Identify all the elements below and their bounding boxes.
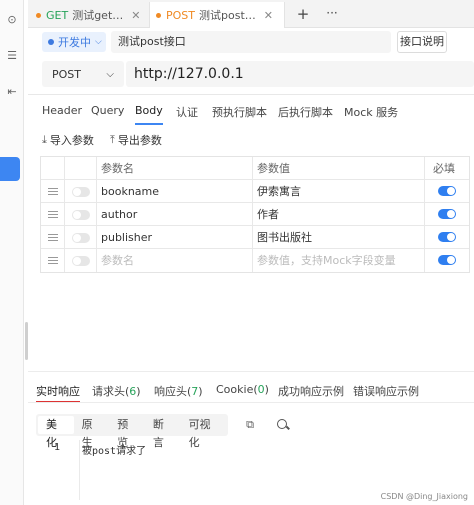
tab-post[interactable]: POST 测试post… ✕ <box>149 2 285 28</box>
table-row: bookname 伊索寓言 <box>41 180 469 203</box>
export-icon: ⤒ <box>110 133 115 146</box>
divider <box>28 371 474 372</box>
enable-toggle[interactable] <box>72 233 90 243</box>
param-name[interactable]: bookname <box>97 180 253 203</box>
enable-toggle[interactable] <box>72 256 90 266</box>
tab-query[interactable]: Query <box>91 104 124 122</box>
required-toggle[interactable] <box>438 255 456 265</box>
url-input[interactable]: http://127.0.0.1 <box>126 61 474 87</box>
table-row: publisher 图书出版社 <box>41 226 469 249</box>
collapse-icon[interactable]: ⇤ <box>4 84 20 100</box>
count-badge: 0 <box>257 383 265 396</box>
required-toggle[interactable] <box>438 186 456 196</box>
param-value[interactable]: 图书出版社 <box>253 226 425 249</box>
doc-button[interactable]: 接口说明 <box>397 31 447 53</box>
tab-response-headers[interactable]: 响应头(7) <box>154 383 203 399</box>
copy-icon[interactable]: ⧉ <box>243 418 257 432</box>
param-value[interactable]: 伊索寓言 <box>253 180 425 203</box>
status-dropdown[interactable]: 开发中 ⌵ <box>42 32 106 52</box>
drag-handle-icon[interactable] <box>48 234 58 241</box>
tab-auth[interactable]: 认证 <box>176 104 198 122</box>
enable-toggle[interactable] <box>72 187 90 197</box>
status-label: 开发中 <box>58 36 91 49</box>
line-gutter: 1 <box>36 440 80 500</box>
format-pretty[interactable]: 美化 <box>38 416 74 449</box>
list-icon[interactable]: ☰ <box>4 48 20 64</box>
drag-handle-icon[interactable] <box>48 211 58 218</box>
sidebar-scrollbar[interactable] <box>25 322 28 360</box>
method-label: POST <box>52 67 81 81</box>
table-row: author 作者 <box>41 203 469 226</box>
tab-strip: GET 测试get… ✕ POST 测试post… ✕ + ··· <box>28 0 474 28</box>
tab-body[interactable]: Body <box>135 104 163 125</box>
header-required: 必填 <box>433 162 455 175</box>
response-body[interactable]: 1 被post请求了 <box>36 440 474 500</box>
tab-pre-script[interactable]: 预执行脚本 <box>212 104 267 122</box>
left-sidebar: ⊙ ☰ ⇤ <box>0 0 24 505</box>
tab-mock[interactable]: Mock 服务 <box>344 104 398 122</box>
chevron-down-icon: ⌵ <box>106 68 114 80</box>
divider <box>28 402 474 403</box>
format-preview[interactable]: 预览 <box>109 416 145 449</box>
enable-toggle[interactable] <box>72 210 90 220</box>
tab-get[interactable]: GET 测试get… ✕ <box>32 2 144 28</box>
tab-method: GET <box>46 8 69 22</box>
status-dot-icon <box>48 39 54 45</box>
target-icon[interactable]: ⊙ <box>4 12 20 28</box>
tab-title: 测试post… <box>199 9 256 22</box>
import-params-button[interactable]: ⤓ 导入参数 <box>42 132 94 148</box>
import-label: 导入参数 <box>49 134 94 147</box>
export-label: 导出参数 <box>117 134 162 147</box>
tab-error-example[interactable]: 错误响应示例 <box>353 383 419 399</box>
export-params-button[interactable]: ⤒ 导出参数 <box>110 132 162 148</box>
close-icon[interactable]: ✕ <box>131 9 140 22</box>
request-name-input[interactable]: 测试post接口 <box>111 31 391 53</box>
required-toggle[interactable] <box>438 209 456 219</box>
sidebar-active-item[interactable] <box>0 157 20 181</box>
param-name[interactable]: publisher <box>97 226 253 249</box>
chevron-down-icon: ⌵ <box>95 37 102 47</box>
header-param-name: 参数名 <box>97 157 253 180</box>
line-number: 1 <box>54 442 61 453</box>
table-row-empty: 参数名 参数值，支持Mock字段变量 <box>41 249 469 272</box>
tab-method: POST <box>166 8 195 22</box>
more-tabs-button[interactable]: ··· <box>320 4 344 24</box>
drag-handle-icon[interactable] <box>48 188 58 195</box>
tab-cookie[interactable]: Cookie(0) <box>216 383 269 396</box>
header-param-value: 参数值 <box>253 157 425 180</box>
search-icon[interactable] <box>276 418 290 432</box>
tab-dot-icon <box>36 12 41 18</box>
format-raw[interactable]: 原生 <box>74 416 110 449</box>
tab-title: 测试get… <box>72 9 124 22</box>
param-name[interactable]: author <box>97 203 253 226</box>
response-text: 被post请求了 <box>82 446 147 457</box>
table-header: 参数名 参数值 必填 <box>41 157 469 180</box>
required-toggle[interactable] <box>438 232 456 242</box>
param-name-input[interactable]: 参数名 <box>97 249 253 272</box>
tab-post-script[interactable]: 后执行脚本 <box>278 104 333 122</box>
param-value[interactable]: 作者 <box>253 203 425 226</box>
watermark: CSDN @Ding_Jiaxiong <box>380 492 468 501</box>
tab-realtime-response[interactable]: 实时响应 <box>36 383 80 403</box>
drag-handle-icon[interactable] <box>48 257 58 264</box>
close-icon[interactable]: ✕ <box>264 9 273 22</box>
import-icon: ⤓ <box>42 133 47 146</box>
params-table: 参数名 参数值 必填 bookname 伊索寓言 author 作者 publi… <box>40 156 470 273</box>
add-tab-button[interactable]: + <box>292 4 314 24</box>
divider <box>28 94 474 95</box>
format-visualize[interactable]: 可视化 <box>181 416 226 449</box>
format-assert[interactable]: 断言 <box>145 416 181 449</box>
tab-success-example[interactable]: 成功响应示例 <box>278 383 344 399</box>
tab-request-headers[interactable]: 请求头(6) <box>92 383 141 399</box>
method-select[interactable]: POST ⌵ <box>42 61 124 87</box>
tab-dot-icon <box>156 12 161 18</box>
param-value-input[interactable]: 参数值，支持Mock字段变量 <box>253 249 425 272</box>
format-switcher: 美化 原生 预览 断言 可视化 <box>36 414 228 449</box>
tab-header[interactable]: Header <box>42 104 82 122</box>
